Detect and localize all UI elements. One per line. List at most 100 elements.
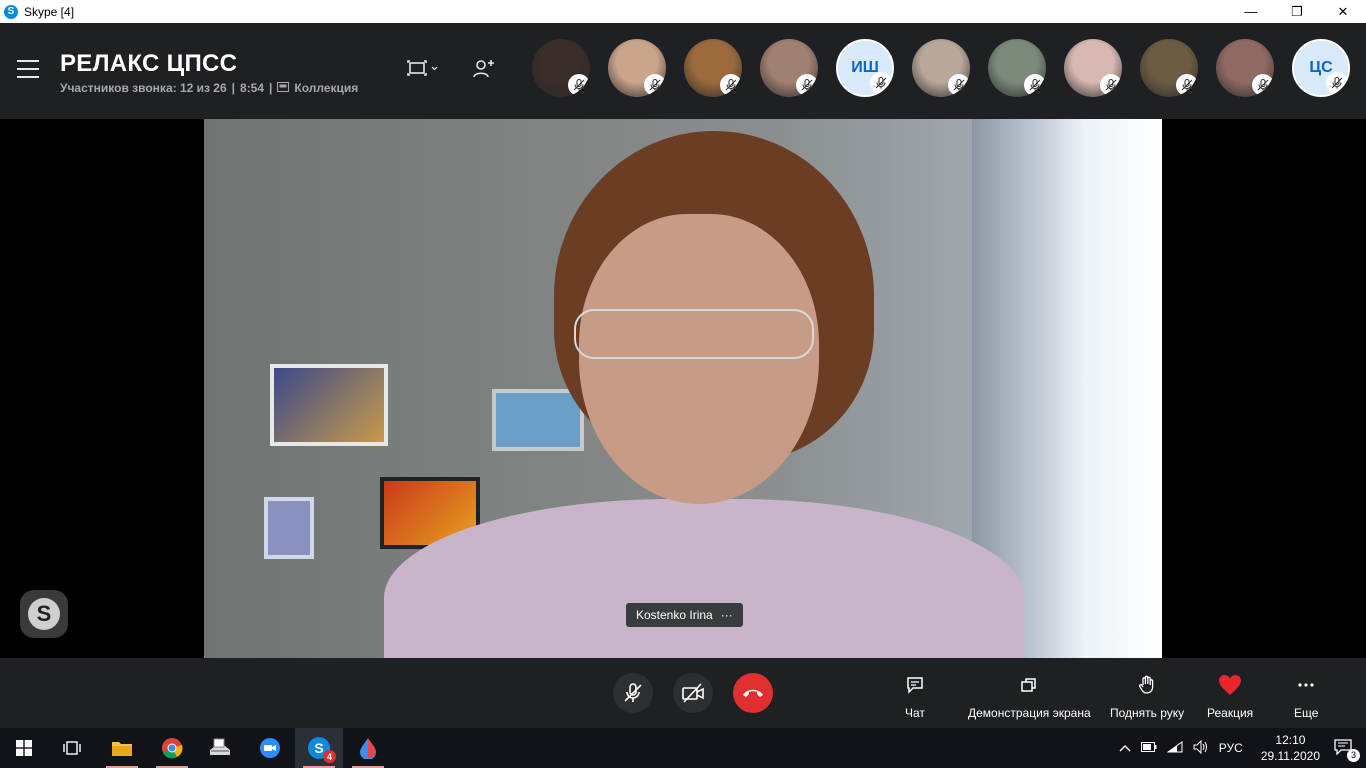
collection-link[interactable]: Коллекция (294, 81, 358, 95)
more-icon (1297, 672, 1315, 698)
window-title: Skype [4] (24, 4, 75, 19)
more-button[interactable]: Еще (1294, 672, 1318, 720)
skype-badge: 4 (323, 750, 336, 763)
muted-mic-icon (1100, 74, 1122, 96)
skype-icon: S (28, 598, 60, 630)
participant-avatar[interactable] (988, 39, 1046, 97)
more-label: Еще (1294, 706, 1319, 720)
clock-time: 12:10 (1275, 733, 1306, 747)
participant-avatar[interactable]: ИШ (836, 39, 894, 97)
chat-icon (906, 672, 924, 698)
wall-picture (264, 497, 314, 559)
speaker-name: Kostenko Irina (636, 608, 713, 622)
call-subtitle: Участников звонка: 12 из 26 | 8:54 | Кол… (60, 81, 358, 95)
skype-icon: S 4 (308, 737, 336, 763)
drop-icon (360, 738, 376, 759)
speaker-more-icon[interactable]: ··· (721, 608, 733, 622)
camera-toggle-button[interactable] (673, 673, 713, 713)
muted-mic-icon (1252, 74, 1274, 96)
window-controls: — ❐ ✕ (1228, 0, 1366, 23)
muted-mic-icon (870, 72, 892, 94)
layout-switch-button[interactable] (406, 58, 440, 80)
camera-off-icon (682, 683, 704, 703)
task-view-button[interactable] (48, 728, 96, 768)
system-tray: РУС 12:10 29.11.2020 3 (1119, 728, 1366, 768)
speaker-face (579, 214, 819, 504)
raise-hand-label: Поднять руку (1110, 706, 1185, 720)
reaction-label: Реакция (1207, 706, 1254, 720)
participant-avatar[interactable] (608, 39, 666, 97)
task-view-icon (63, 741, 81, 755)
folder-icon (112, 742, 132, 756)
skype-taskbar-button[interactable]: S 4 (295, 728, 343, 768)
raise-hand-button[interactable]: Поднять руку (1110, 672, 1184, 720)
mic-off-icon (624, 683, 642, 702)
chrome-button[interactable] (148, 728, 196, 768)
muted-mic-icon (720, 74, 742, 96)
call-title[interactable]: РЕЛАКС ЦПСС (60, 50, 237, 78)
muted-mic-icon (568, 74, 590, 96)
speaker-body (384, 499, 1024, 658)
muted-mic-icon (948, 74, 970, 96)
clock[interactable]: 12:10 29.11.2020 (1261, 732, 1320, 764)
windows-taskbar: S 4 РУС 12:10 29.11.2020 3 (0, 728, 1366, 768)
skype-logo-icon: S (4, 4, 18, 19)
reaction-button[interactable]: Реакция (1207, 672, 1253, 720)
participant-avatar[interactable] (912, 39, 970, 97)
call-controls: Чат Демонстрация экрана Поднять руку Реа… (0, 658, 1366, 728)
language-indicator[interactable]: РУС (1219, 741, 1243, 755)
wall-picture (270, 364, 388, 446)
wall-picture (492, 389, 584, 451)
chat-button[interactable]: Чат (905, 672, 925, 720)
menu-icon[interactable] (17, 60, 39, 78)
volume-icon[interactable] (1193, 739, 1209, 757)
file-explorer-button[interactable] (98, 728, 146, 768)
notifications-badge: 3 (1347, 748, 1360, 762)
muted-mic-icon (1024, 74, 1046, 96)
minimize-button[interactable]: — (1228, 0, 1274, 23)
participant-avatar[interactable] (760, 39, 818, 97)
windows-icon (16, 740, 32, 756)
start-button[interactable] (0, 728, 48, 768)
muted-mic-icon (1176, 74, 1198, 96)
maximize-button[interactable]: ❐ (1274, 0, 1320, 23)
close-button[interactable]: ✕ (1320, 0, 1366, 23)
scanner-icon (210, 738, 230, 755)
chat-label: Чат (905, 706, 925, 720)
clock-date: 29.11.2020 (1260, 749, 1320, 763)
muted-mic-icon (796, 74, 818, 96)
separator: | (231, 81, 236, 95)
video-stage: Kostenko Irina ··· S (0, 119, 1366, 658)
main-video[interactable] (204, 119, 1162, 658)
chevron-up-icon[interactable] (1119, 741, 1131, 755)
participant-avatar[interactable] (1140, 39, 1198, 97)
title-bar: S Skype [4] — ❐ ✕ (0, 0, 1366, 23)
zoom-button[interactable] (246, 728, 294, 768)
scanner-app-button[interactable] (196, 728, 244, 768)
battery-icon[interactable] (1140, 741, 1157, 755)
participant-avatar[interactable] (684, 39, 742, 97)
participant-avatar[interactable] (532, 39, 590, 97)
paint-app-button[interactable] (344, 728, 392, 768)
participant-avatar[interactable]: ЦС (1292, 39, 1350, 97)
muted-mic-icon (644, 74, 666, 96)
microphone-toggle-button[interactable] (613, 673, 653, 713)
participant-avatar[interactable] (1064, 39, 1122, 97)
add-participant-button[interactable] (472, 57, 496, 81)
notifications-icon[interactable]: 3 (1334, 738, 1360, 762)
share-screen-icon (1020, 672, 1038, 698)
share-screen-label: Демонстрация экрана (968, 706, 1091, 720)
speaker-name-tag[interactable]: Kostenko Irina ··· (626, 603, 743, 627)
participant-avatar[interactable] (1216, 39, 1274, 97)
call-header: РЕЛАКС ЦПСС Участников звонка: 12 из 26 … (0, 23, 1366, 119)
wifi-icon[interactable] (1166, 740, 1183, 756)
speaker-glasses (574, 309, 814, 359)
chrome-icon (162, 738, 183, 759)
hand-icon (1138, 672, 1156, 698)
share-screen-button[interactable]: Демонстрация экрана (968, 672, 1091, 720)
participant-list: ИШ ЦС (532, 39, 1350, 97)
call-duration: 8:54 (240, 81, 265, 95)
heart-icon (1218, 672, 1242, 698)
end-call-button[interactable] (733, 673, 773, 713)
skype-floating-button[interactable]: S (20, 590, 68, 638)
